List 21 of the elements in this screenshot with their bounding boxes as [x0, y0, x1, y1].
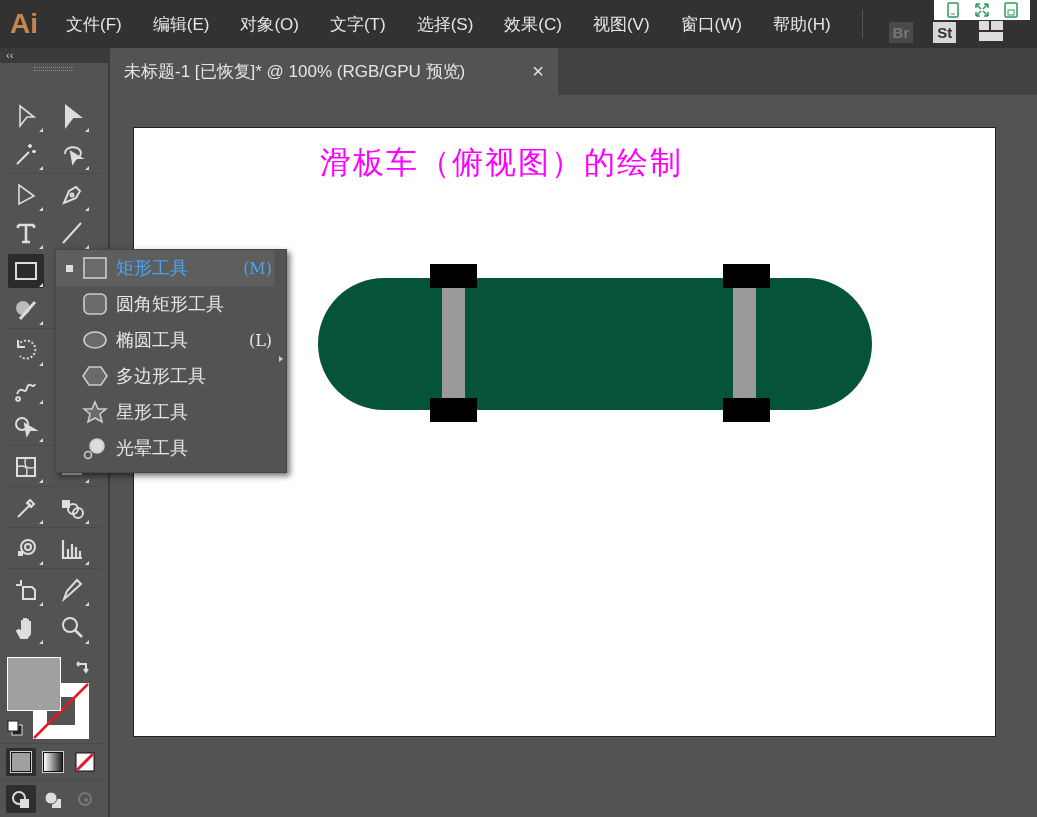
flyout-menu-item[interactable]: 多边形工具 — [56, 358, 274, 394]
flyout-menu-item[interactable]: 光晕工具 — [56, 430, 274, 466]
flyout-menu-item[interactable]: 椭圆工具 (L) — [56, 322, 274, 358]
close-button[interactable]: × — [532, 60, 544, 83]
menu-item[interactable]: 视图(V) — [592, 12, 650, 36]
menu-item[interactable]: 窗口(W) — [680, 12, 742, 36]
document-title: 未标题-1 [已恢复]* @ 100% (RGB/GPU 预览) — [124, 61, 466, 83]
menu-item[interactable]: 对象(O) — [240, 12, 299, 36]
collapse-button[interactable]: ‹‹ — [0, 49, 14, 62]
artboard-title: 滑板车（俯视图）的绘制 — [319, 143, 684, 182]
flyout-menu-item[interactable]: 圆角矩形工具 — [56, 286, 274, 322]
menu-item[interactable]: 编辑(E) — [152, 12, 210, 36]
document-tab[interactable]: 未标题-1 [已恢复]* @ 100% (RGB/GPU 预览) × — [110, 48, 558, 95]
menu-item[interactable]: 选择(S) — [416, 12, 474, 36]
menu-item[interactable]: 文字(T) — [329, 12, 386, 36]
menu-item[interactable]: 文件(F) — [66, 12, 122, 36]
app-button[interactable]: St — [933, 21, 957, 43]
menu-item[interactable]: 效果(C) — [504, 12, 562, 36]
flyout-menu-item[interactable]: 星形工具 — [56, 394, 274, 430]
app-logo[interactable]: Ai — [0, 8, 66, 40]
menu-item[interactable]: 帮助(H) — [773, 12, 831, 36]
